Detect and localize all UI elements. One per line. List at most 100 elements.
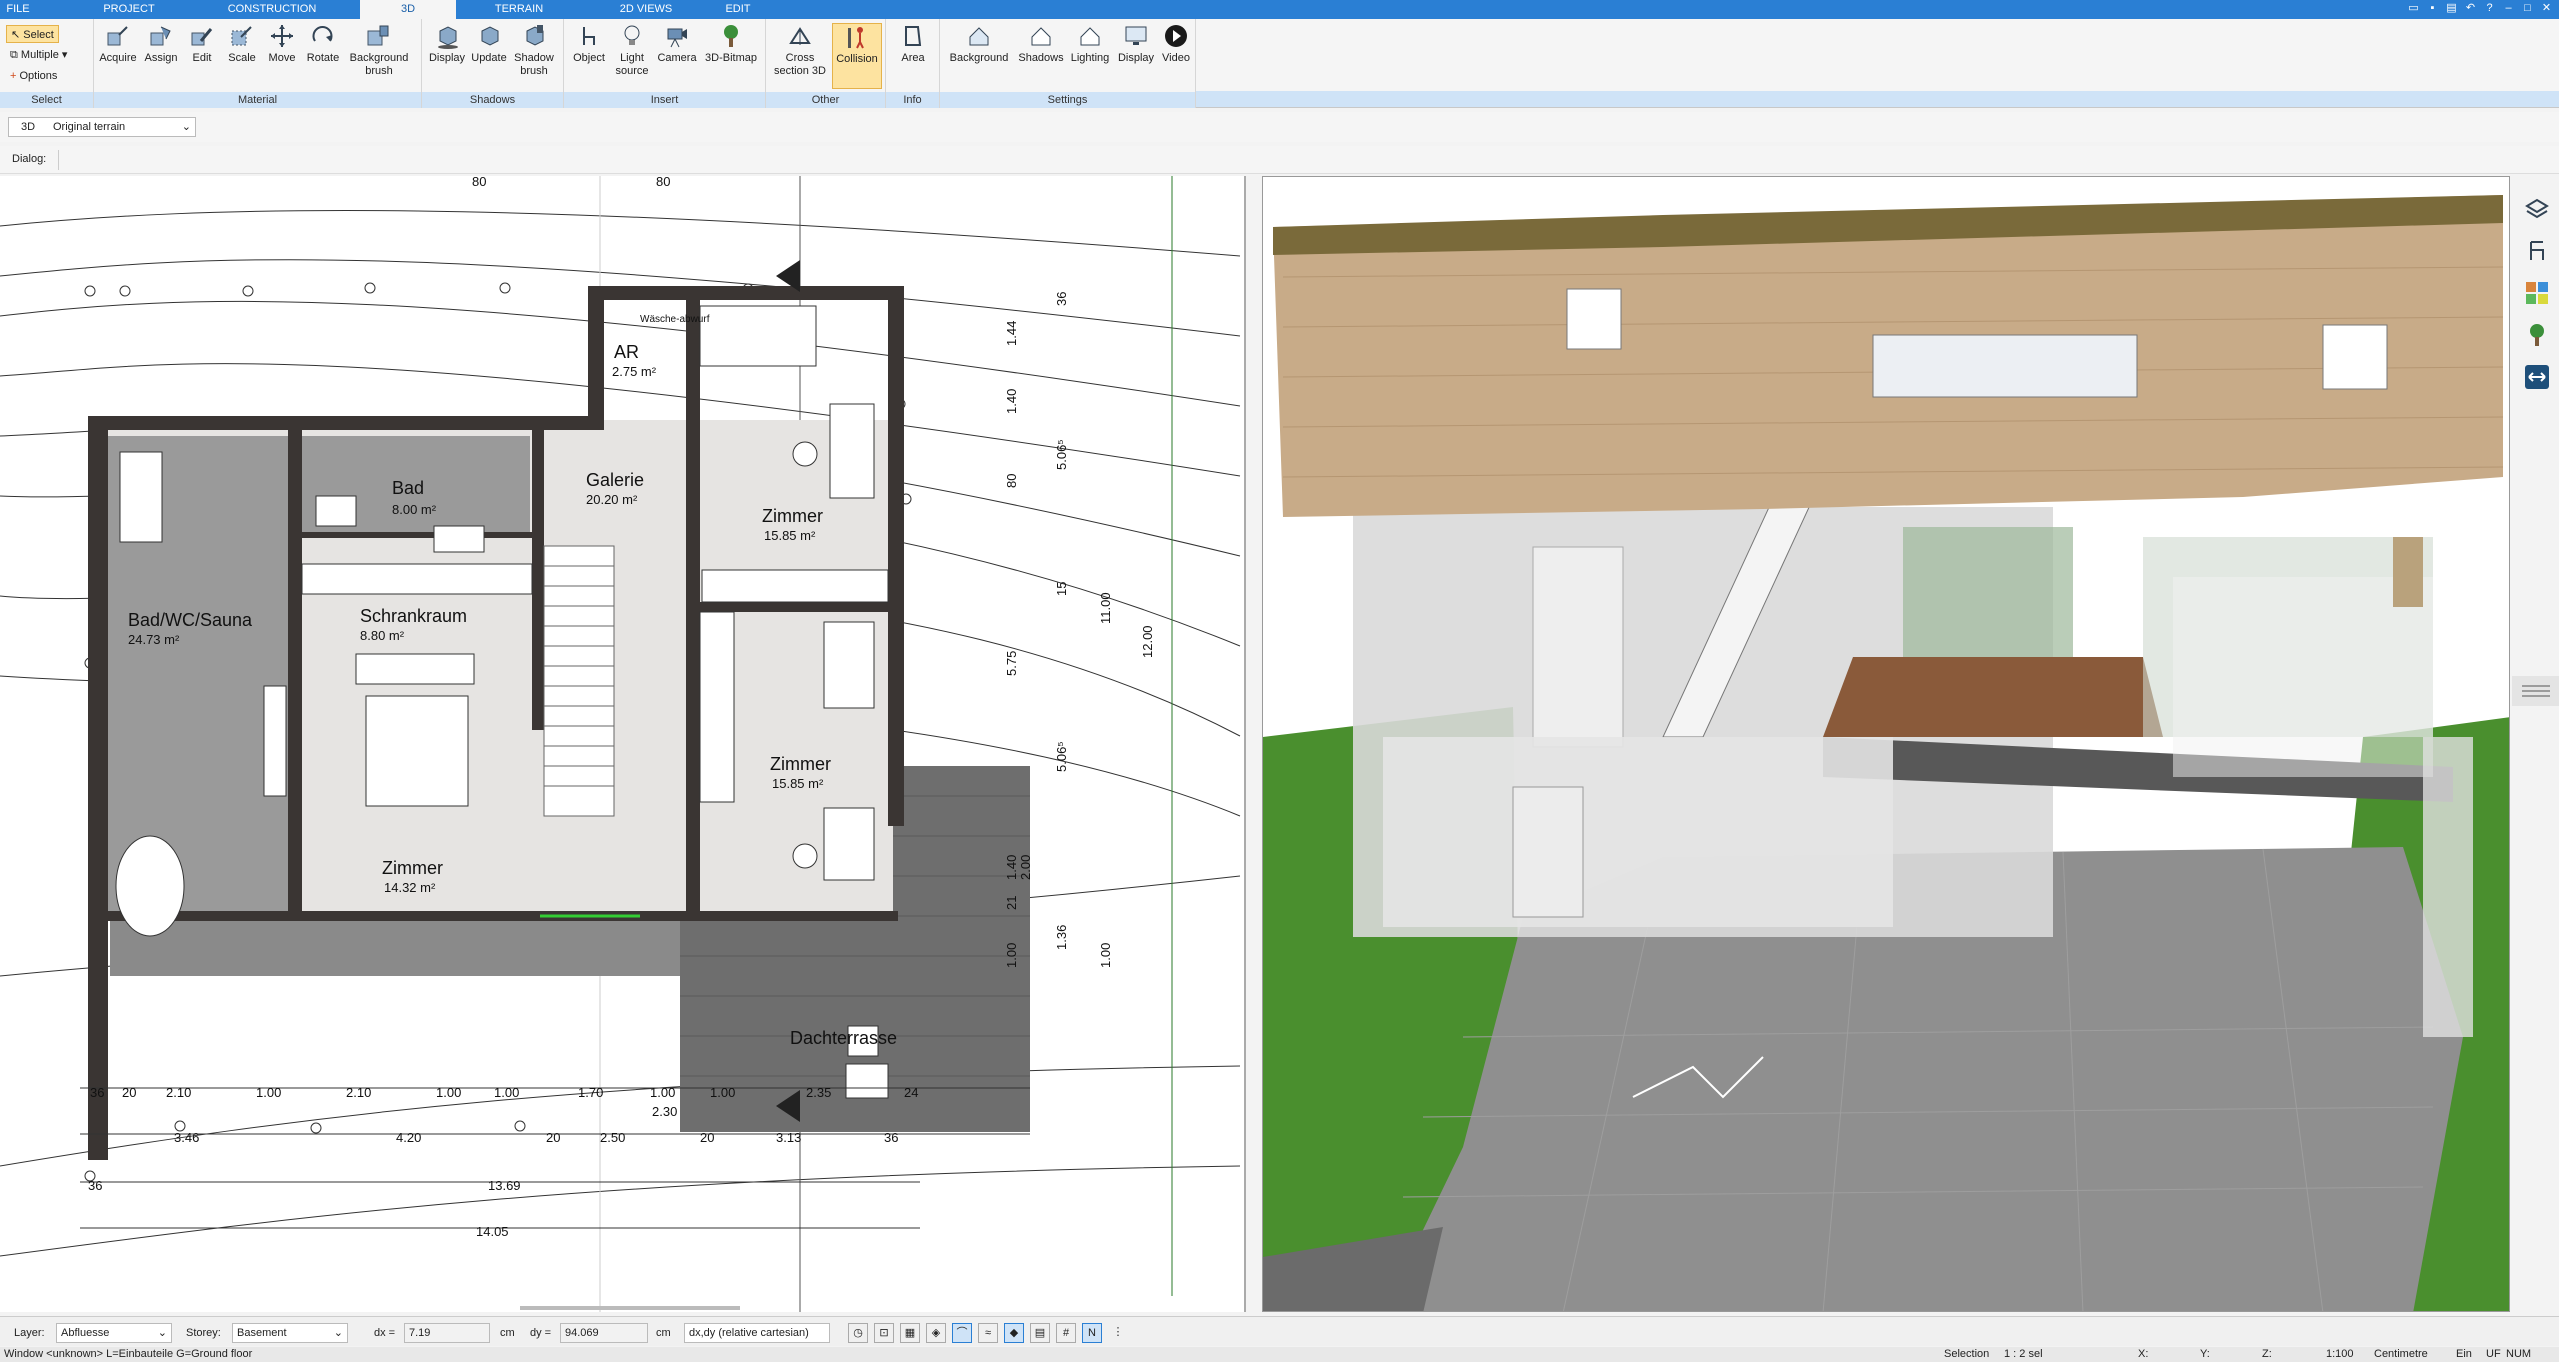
tab-construction[interactable]: CONSTRUCTION [220,0,324,19]
hatch-icon[interactable]: ▤ [1030,1323,1050,1343]
cube-refresh-icon [481,26,499,46]
background-brush-button[interactable]: Background brush [344,23,414,89]
print-icon[interactable]: ▤ [2445,2,2458,15]
shadow-brush-button[interactable]: Shadow brush [510,23,558,89]
area-button[interactable]: Area [890,23,936,89]
dim-right-11: 2.00 [1018,855,1033,880]
cross-section-icon [789,27,811,45]
lighting-settings-button[interactable]: Lighting [1066,23,1114,89]
dim-b2-4: 2.30 [652,1104,677,1119]
lightbulb-icon [624,25,640,45]
assign-button[interactable]: Assign [140,23,182,89]
tab-project[interactable]: PROJECT [96,0,162,19]
tab-3d[interactable]: 3D [360,0,456,19]
layers-snap-icon[interactable]: ▦ [900,1323,920,1343]
room-name-dachterrasse: Dachterrasse [790,1028,897,1048]
undo-icon[interactable]: ↶ [2464,2,2477,15]
scale-button[interactable]: Scale [222,23,262,89]
room-name-zimmer-2: Zimmer [770,754,831,774]
coord-mode-select[interactable]: dx,dy (relative cartesian) [684,1323,830,1343]
dy-input[interactable]: 94.069 [560,1323,648,1343]
move-button[interactable]: Move [262,23,302,89]
3d-bitmap-button[interactable]: 3D-Bitmap [700,23,762,89]
terrain-select[interactable]: 3D Original terrain ⌄ [8,117,196,137]
save-icon[interactable]: ▪ [2426,2,2439,15]
light-source-label: Light source [615,52,649,77]
furniture-3d [2393,537,2423,607]
collision-button[interactable]: Collision [832,23,882,89]
y-label: Y: [2200,1348,2210,1360]
3d-view[interactable] [1262,176,2510,1312]
line-snap-icon[interactable]: ⌒ [952,1323,972,1343]
restore-icon[interactable]: ▭ [2407,2,2420,15]
camera-button[interactable]: Camera [654,23,700,89]
3d-canvas[interactable] [1263,177,2510,1312]
edit-label: Edit [192,52,212,64]
options-button[interactable]: + Options [6,67,61,85]
room-name-zimmer-3: Zimmer [382,858,443,878]
wave-icon[interactable]: ≈ [978,1323,998,1343]
lighting-settings-label: Lighting [1070,52,1110,64]
plane-icon[interactable]: ◆ [1004,1323,1024,1343]
help-icon[interactable]: ? [2483,2,2496,15]
multiple-button[interactable]: ⧉ Multiple ▾ [6,46,71,64]
wood-floor [1823,657,2163,737]
floor-plan-view[interactable]: Bad 8.00 m² Galerie 20.20 m² AR 2.75 m² … [0,176,1246,1312]
dim-right-8: 12.00 [1140,625,1155,658]
ribbon: ↖ Select ⧉ Multiple ▾ + Options Select A… [0,19,2559,108]
group-info: Area Info [886,19,940,108]
storey-select[interactable]: Basement ⌄ [232,1323,348,1343]
background-settings-button[interactable]: Background [942,23,1016,89]
monitor-icon [1125,26,1147,45]
more-icon[interactable]: ⋮ [1108,1323,1128,1343]
floor-plan-canvas[interactable]: Bad 8.00 m² Galerie 20.20 m² AR 2.75 m² … [0,176,1246,1312]
close-icon[interactable]: ✕ [2540,2,2553,15]
tab-2d-views[interactable]: 2D VIEWS [606,0,686,19]
minimize-icon[interactable]: – [2502,2,2515,15]
video-button[interactable]: Video [1158,23,1194,89]
object-snap-icon[interactable]: ◈ [926,1323,946,1343]
display-settings-button[interactable]: Display [1114,23,1158,89]
panel-handle-icon[interactable] [2512,676,2559,706]
rotate-button[interactable]: Rotate [302,23,344,89]
light-source-button[interactable]: Light source [610,23,654,89]
acquire-button[interactable]: Acquire [96,23,140,89]
selection-value: 1 : 2 sel [2004,1348,2043,1360]
group-other: Cross section 3D Collision Other [766,19,886,108]
dx-input[interactable]: 7.19 [404,1323,490,1343]
shadow-display-button[interactable]: Display [426,23,468,89]
tab-terrain[interactable]: TERRAIN [486,0,552,19]
group-label-material: Material [94,92,421,108]
layer-value: Abfluesse [61,1327,110,1339]
shadow-update-label: Update [471,52,507,64]
edit-material-button[interactable]: Edit [182,23,222,89]
plan-scrollbar-h[interactable] [520,1306,740,1310]
room-area-ar: 2.75 m² [612,364,657,379]
chair-catalog-icon[interactable] [2524,238,2550,264]
plants-icon[interactable] [2524,322,2550,348]
tab-edit[interactable]: EDIT [716,0,760,19]
dim-right-2: 1.40 [1004,389,1019,414]
maximize-icon[interactable]: □ [2521,2,2534,15]
layers-icon[interactable] [2524,196,2550,222]
dim-b2-2: 20 [546,1130,560,1145]
materials-icon[interactable] [2524,280,2550,306]
cross-section-3d-button[interactable]: Cross section 3D [770,23,830,89]
dim-right-4: 5.06⁵ [1054,439,1069,470]
chevron-down-icon: ⌄ [333,1327,343,1339]
tab-file[interactable]: FILE [0,0,36,19]
status-bar: Layer: Abfluesse ⌄ Storey: Basement ⌄ dx… [0,1316,2559,1346]
shadow-update-button[interactable]: Update [468,23,510,89]
assign-label: Assign [144,52,178,64]
layer-select[interactable]: Abfluesse ⌄ [56,1323,172,1343]
shadows-settings-button[interactable]: Shadows [1016,23,1066,89]
navigation-icon[interactable] [2524,364,2550,390]
north-icon[interactable]: N [1082,1323,1102,1343]
grid-icon[interactable]: # [1056,1323,1076,1343]
dy-label: dy = [530,1327,552,1339]
object-button[interactable]: Object [568,23,610,89]
ribbon-label-strip [1196,91,2559,107]
clock-icon[interactable]: ◷ [848,1323,868,1343]
snap-icon[interactable]: ⊡ [874,1323,894,1343]
select-button[interactable]: ↖ Select [6,25,59,43]
